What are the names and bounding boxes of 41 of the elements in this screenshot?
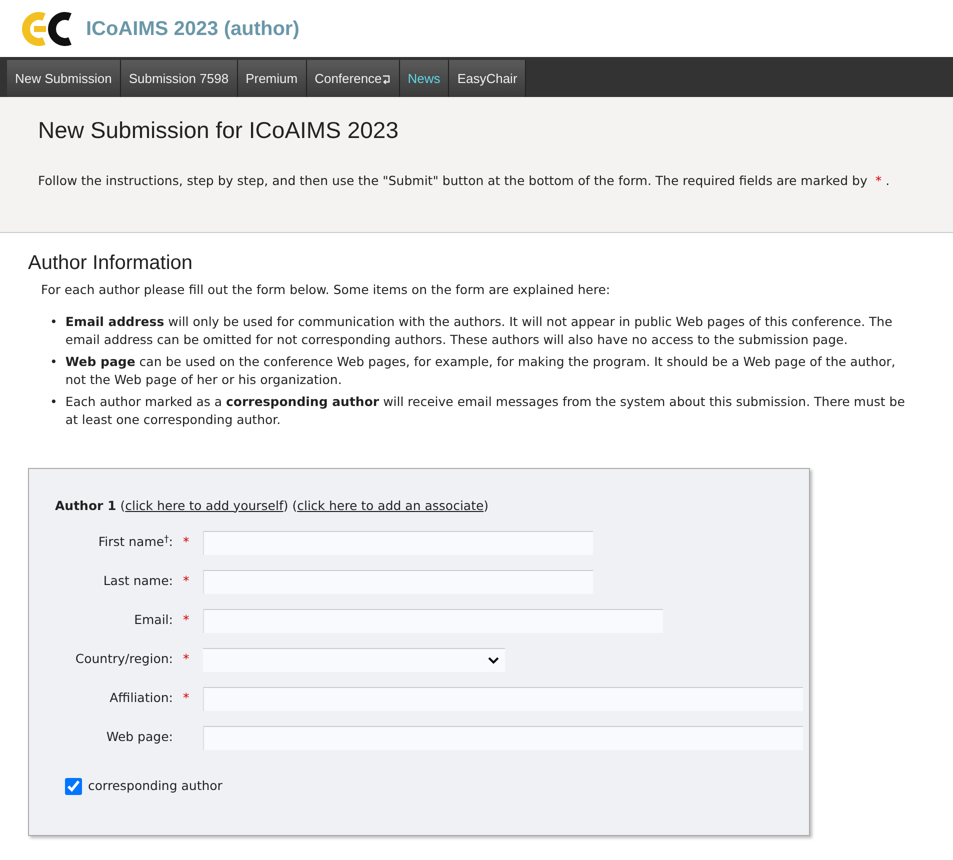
chevron-down-icon <box>488 656 499 664</box>
corresponding-checkbox[interactable] <box>65 778 82 796</box>
field-label: Email: <box>133 611 173 630</box>
checkbox-label[interactable]: corresponding author <box>88 777 222 796</box>
nav-tab[interactable]: Premium <box>238 60 307 97</box>
site-title: ICoAIMS 2023 (author) <box>86 16 300 42</box>
page-title: New Submission for ICoAIMS 2023 <box>38 117 400 145</box>
required-mark: * <box>183 611 190 630</box>
input-field[interactable] <box>203 686 803 711</box>
input-field[interactable] <box>203 608 663 633</box>
field-label: Country/region: <box>74 650 173 668</box>
bullet-text: Each author marked as a corresponding author will receive email messages from the system about this submission. There must be at least one corresponding author. <box>65 393 906 430</box>
author-heading: Author 1 (click here to add yourself) (click here to add an associate) <box>55 496 490 515</box>
bullet-text: Web page can be used on the conference Web pages, for example, for making the program. It should be a Web page of the author, not the Web page of her or his organization. <box>65 353 896 390</box>
add-author-link[interactable]: click here to add an associate <box>297 498 484 512</box>
bullet-marker: • <box>50 353 58 371</box>
required-mark: * <box>183 572 190 590</box>
nav-tab[interactable]: New Submission <box>7 60 121 97</box>
bullet-marker: • <box>50 312 58 331</box>
field-label: Affiliation: <box>108 689 173 708</box>
add-author-link[interactable]: click here to add yourself <box>125 498 284 512</box>
nav-tab[interactable]: EasyChair <box>449 60 526 97</box>
country-select[interactable] <box>203 648 505 672</box>
bullet-marker: • <box>50 393 58 412</box>
return-arrow-icon <box>382 74 391 84</box>
nav-tab[interactable]: Submission 7598 <box>120 60 238 97</box>
instructions-text: Follow the instructions, step by step, and then use the "Submit" button at the bottom of the form. The required fields are marked by * . <box>38 172 891 190</box>
required-mark: * <box>183 650 190 668</box>
intro-text: For each author please fill out the form below. Some items on the form are explained here: <box>41 281 612 299</box>
required-mark: * <box>183 533 190 552</box>
field-label: Web page: <box>105 728 173 746</box>
nav-tab[interactable]: Conference <box>306 60 400 97</box>
input-field[interactable] <box>203 726 803 750</box>
required-mark: * <box>183 689 190 708</box>
input-field[interactable] <box>203 530 593 555</box>
field-label: Last name: <box>102 572 173 590</box>
input-field[interactable] <box>203 570 593 594</box>
nav-tab[interactable]: News <box>400 60 450 97</box>
bullet-text: Email address will only be used for communication with the authors. It will not appear in public Web pages of this conference. The email address can be omitted for not corresponding authors. These authors will also have no access to the submission page. <box>65 312 894 349</box>
field-label: First name$^{†}$: <box>97 533 173 552</box>
section-title: Author Information <box>28 251 194 275</box>
